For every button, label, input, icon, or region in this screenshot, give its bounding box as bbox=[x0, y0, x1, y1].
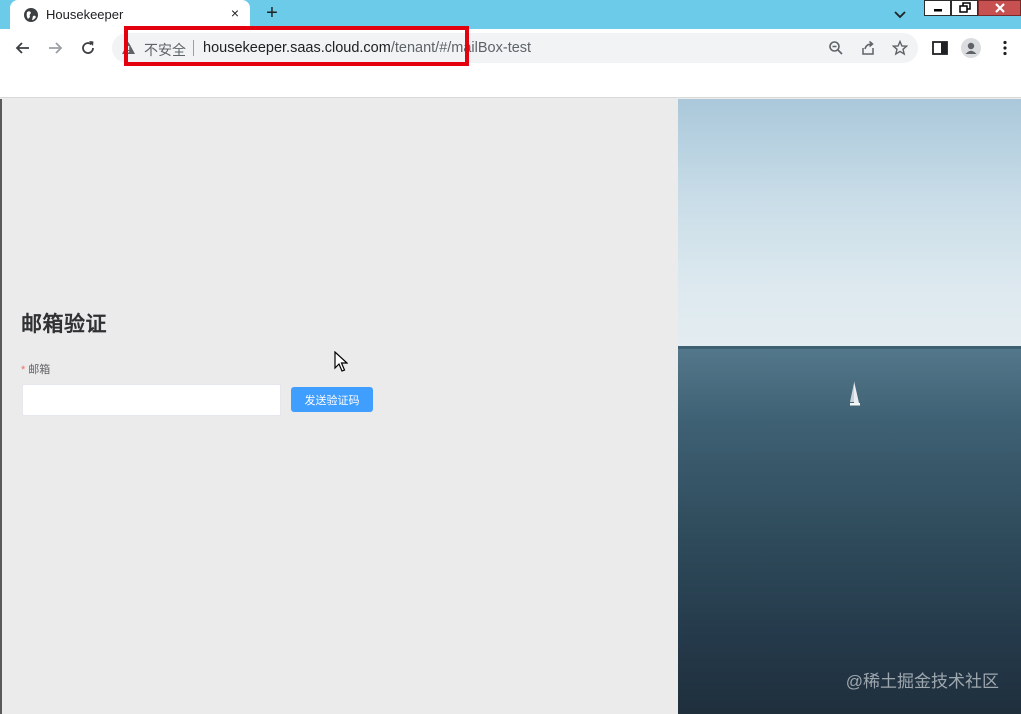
chevron-down-icon[interactable] bbox=[890, 6, 910, 24]
email-label-text: 邮箱 bbox=[28, 364, 51, 376]
forward-arrow-icon[interactable] bbox=[45, 38, 65, 58]
reload-icon[interactable] bbox=[78, 38, 98, 58]
browser-titlebar: Housekeeper × + bbox=[0, 0, 1021, 29]
send-code-button[interactable]: 发送验证码 bbox=[291, 387, 373, 412]
profile-icon[interactable] bbox=[961, 38, 981, 58]
email-label: * 邮箱 bbox=[21, 361, 50, 377]
share-icon[interactable] bbox=[860, 40, 876, 56]
email-input[interactable] bbox=[22, 384, 281, 416]
verification-form-panel: 邮箱验证 * 邮箱 发送验证码 bbox=[0, 99, 678, 714]
mouse-cursor-icon bbox=[334, 351, 348, 372]
horizon-line bbox=[678, 346, 1021, 349]
window-restore-button[interactable] bbox=[951, 0, 978, 16]
browser-tab[interactable]: Housekeeper × bbox=[10, 0, 250, 29]
zoom-icon[interactable] bbox=[828, 40, 844, 56]
url-highlight-box bbox=[124, 26, 469, 66]
close-icon[interactable]: × bbox=[227, 5, 243, 21]
ocean-background-image: @稀土掘金技术社区 bbox=[678, 99, 1021, 714]
sailboat-icon bbox=[850, 381, 860, 406]
window-close-button[interactable] bbox=[978, 0, 1021, 16]
tab-title: Housekeeper bbox=[46, 7, 124, 22]
watermark: @稀土掘金技术社区 bbox=[845, 672, 999, 691]
page-title: 邮箱验证 bbox=[21, 313, 107, 336]
star-icon[interactable] bbox=[892, 40, 908, 56]
sky bbox=[678, 99, 1021, 349]
window-minimize-button[interactable] bbox=[924, 0, 951, 16]
side-panel-icon[interactable] bbox=[930, 38, 950, 58]
more-menu-icon[interactable] bbox=[995, 38, 1015, 58]
globe-icon bbox=[24, 8, 38, 22]
back-arrow-icon[interactable] bbox=[13, 38, 33, 58]
page-top-bar bbox=[0, 67, 1021, 98]
plus-icon[interactable]: + bbox=[261, 3, 283, 25]
required-mark: * bbox=[21, 364, 26, 376]
